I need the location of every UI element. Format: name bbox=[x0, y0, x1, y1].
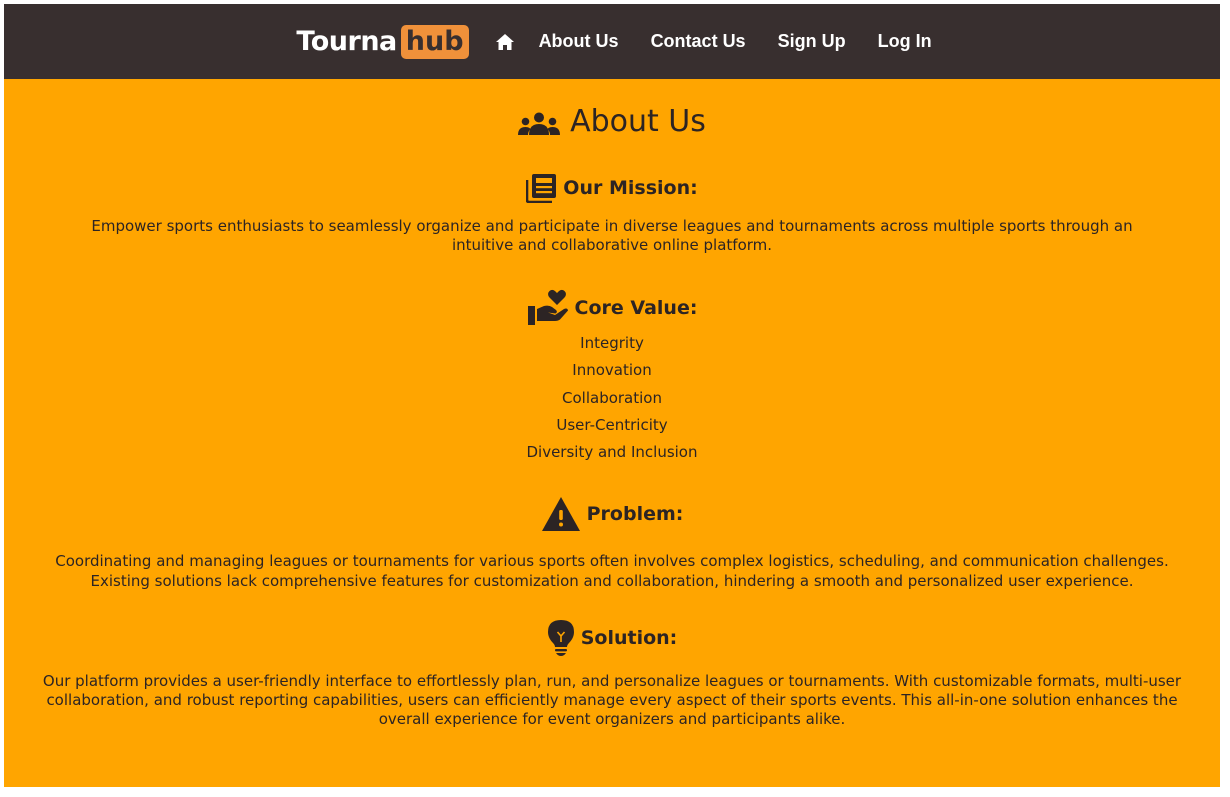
problem-heading-text: Problem: bbox=[586, 503, 684, 526]
main-content: About Us Our Mission: Empower sports ent… bbox=[4, 99, 1220, 729]
solution-heading: Solution: bbox=[4, 619, 1220, 657]
list-item: Collaboration bbox=[562, 388, 662, 407]
users-icon bbox=[518, 112, 561, 135]
home-link[interactable] bbox=[495, 33, 515, 51]
mission-text: Empower sports enthusiasts to seamlessly… bbox=[91, 217, 1133, 254]
solution-text: Our platform provides a user-friendly in… bbox=[42, 672, 1182, 729]
core-value-section: Core Value: Integrity Innovation Collabo… bbox=[4, 288, 1220, 466]
mission-heading-text: Our Mission: bbox=[563, 177, 698, 199]
logo[interactable]: Tourna hub bbox=[296, 24, 469, 59]
nav-inner: Tourna hub About Us Contact Us Sign Up L… bbox=[296, 24, 932, 59]
nav-sign-up[interactable]: Sign Up bbox=[778, 31, 846, 52]
core-value-heading: Core Value: bbox=[4, 288, 1220, 328]
list-item: Diversity and Inclusion bbox=[526, 443, 698, 462]
problem-text: Coordinating and managing leagues or tou… bbox=[55, 552, 1169, 591]
page-title: About Us bbox=[4, 99, 1220, 143]
nav-log-in[interactable]: Log In bbox=[878, 31, 932, 52]
solution-section: Solution: Our platform provides a user-f… bbox=[4, 619, 1220, 729]
core-value-heading-text: Core Value: bbox=[574, 297, 698, 319]
newspaper-icon bbox=[526, 174, 557, 203]
list-item: User-Centricity bbox=[556, 415, 668, 434]
problem-heading: Problem: bbox=[4, 495, 1220, 533]
list-item: Innovation bbox=[572, 361, 652, 380]
warning-icon bbox=[541, 497, 580, 532]
page-frame: Tourna hub About Us Contact Us Sign Up L… bbox=[4, 4, 1220, 787]
navbar: Tourna hub About Us Contact Us Sign Up L… bbox=[4, 4, 1220, 79]
solution-heading-text: Solution: bbox=[580, 627, 678, 650]
lightbulb-icon bbox=[547, 620, 574, 657]
problem-section: Problem: Coordinating and managing leagu… bbox=[4, 495, 1220, 591]
logo-accent-text: hub bbox=[400, 24, 469, 59]
logo-text: Tourna bbox=[296, 26, 397, 57]
hand-holding-heart-icon bbox=[527, 289, 568, 325]
mission-heading: Our Mission: bbox=[4, 172, 1220, 204]
list-item: Integrity bbox=[580, 334, 644, 352]
nav-contact-us[interactable]: Contact Us bbox=[651, 31, 746, 52]
core-values-list: Integrity Innovation Collaboration User-… bbox=[4, 330, 1220, 466]
page-title-text: About Us bbox=[570, 103, 706, 139]
mission-section: Our Mission: Empower sports enthusiasts … bbox=[4, 172, 1220, 255]
nav-about-us[interactable]: About Us bbox=[539, 31, 619, 52]
home-icon bbox=[495, 33, 514, 50]
